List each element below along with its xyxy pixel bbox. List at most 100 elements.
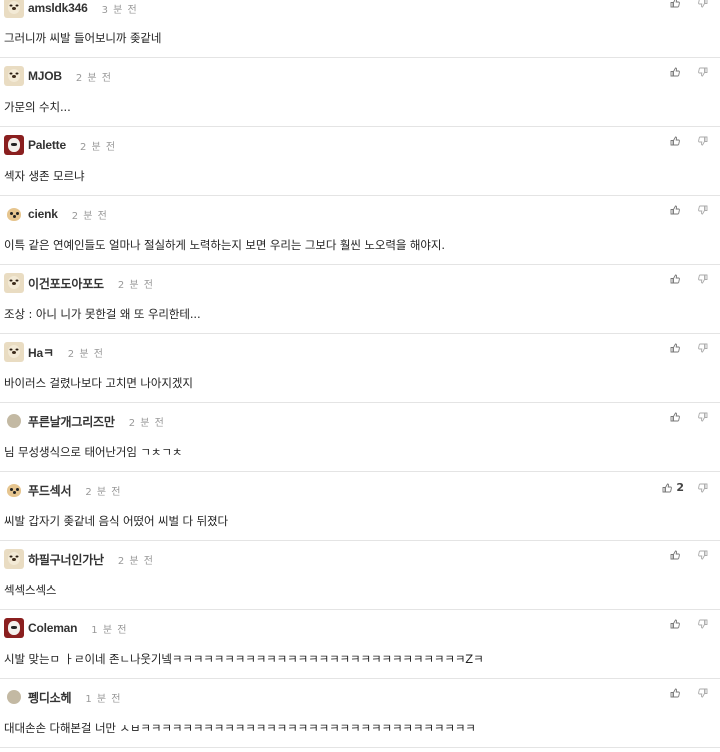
comment-meta: 이건포도아포도 2 분 전 — [4, 273, 154, 293]
vote-controls — [670, 205, 708, 215]
vote-controls — [670, 343, 708, 353]
avatar-red[interactable] — [4, 618, 24, 638]
like-button[interactable] — [670, 136, 684, 146]
username[interactable]: Coleman — [28, 621, 77, 635]
vote-controls: 2 — [662, 481, 708, 494]
vote-controls — [670, 412, 708, 422]
like-button[interactable]: 2 — [662, 481, 684, 494]
thumbs-down-icon — [698, 483, 708, 493]
avatar-dog[interactable] — [4, 342, 24, 362]
thumbs-down-icon — [698, 619, 708, 629]
like-count: 2 — [676, 481, 684, 494]
comment-meta: 펭디소헤 1 분 전 — [4, 687, 122, 707]
timestamp: 2 분 전 — [71, 210, 108, 222]
vote-controls — [670, 0, 708, 8]
comment-item: amsldk346 3 분 전 그러니까 씨발 들어보니까 좆같네 — [0, 0, 720, 58]
avatar-chi[interactable] — [4, 204, 24, 224]
thumbs-down-icon — [698, 274, 708, 284]
like-button[interactable] — [670, 67, 684, 77]
thumbs-up-icon — [670, 205, 680, 215]
comment-text: 가문의 수치... — [4, 100, 71, 114]
comment-item: Coleman 1 분 전 시발 맞는ㅁ ㅏㄹ이네 존ㄴ나웃기넼ㅋㅋㅋㅋㅋㅋㅋㅋ… — [0, 610, 720, 679]
avatar-dog[interactable] — [4, 549, 24, 569]
comment-item: 이건포도아포도 2 분 전 조상 : 아니 니가 못한걸 왜 또 우리한테... — [0, 265, 720, 334]
username[interactable]: 푸드섹서 — [28, 482, 72, 499]
thumbs-down-icon — [698, 343, 708, 353]
avatar-chi[interactable] — [4, 480, 24, 500]
like-button[interactable] — [670, 343, 684, 353]
avatar-dog[interactable] — [4, 273, 24, 293]
dislike-button[interactable] — [698, 205, 708, 215]
dislike-button[interactable] — [698, 619, 708, 629]
avatar-dog[interactable] — [4, 66, 24, 86]
like-button[interactable] — [670, 412, 684, 422]
comment-text: 바이러스 걸렸나보다 고치면 나아지겠지 — [4, 376, 193, 390]
comment-item: MJOB 2 분 전 가문의 수치... — [0, 58, 720, 127]
thumbs-up-icon — [670, 688, 680, 698]
username[interactable]: Palette — [28, 138, 66, 152]
timestamp: 1 분 전 — [85, 693, 122, 705]
avatar-dot[interactable] — [7, 690, 21, 704]
username[interactable]: 푸른날개그리즈만 — [28, 413, 115, 430]
comment-meta: Haㅋ 2 분 전 — [4, 342, 104, 362]
dislike-button[interactable] — [698, 550, 708, 560]
comment-item: 푸른날개그리즈만 2 분 전 님 무성생식으로 태어난거임 ㄱㅊㄱㅊ — [0, 403, 720, 472]
thumbs-up-icon — [670, 274, 680, 284]
like-button[interactable] — [670, 205, 684, 215]
like-button[interactable] — [670, 274, 684, 284]
dislike-button[interactable] — [698, 483, 708, 493]
thumbs-up-icon — [670, 67, 680, 77]
like-button[interactable] — [670, 619, 684, 629]
thumbs-up-icon — [670, 412, 680, 422]
comment-text: 대대손손 다해본걸 너만 ㅅㅂㅋㅋㅋㅋㅋㅋㅋㅋㅋㅋㅋㅋㅋㅋㅋㅋㅋㅋㅋㅋㅋㅋㅋㅋㅋ… — [4, 721, 476, 735]
dislike-button[interactable] — [698, 136, 708, 146]
thumbs-up-icon — [670, 550, 680, 560]
timestamp: 2 분 전 — [85, 486, 122, 498]
dislike-button[interactable] — [698, 67, 708, 77]
comment-text: 시발 맞는ㅁ ㅏㄹ이네 존ㄴ나웃기넼ㅋㅋㅋㅋㅋㅋㅋㅋㅋㅋㅋㅋㅋㅋㅋㅋㅋㅋㅋㅋㅋㅋ… — [4, 652, 484, 666]
username[interactable]: Haㅋ — [28, 344, 54, 361]
vote-controls — [670, 688, 708, 698]
comment-meta: amsldk346 3 분 전 — [4, 0, 138, 18]
dislike-button[interactable] — [698, 274, 708, 284]
dislike-button[interactable] — [698, 412, 708, 422]
dislike-button[interactable] — [698, 688, 708, 698]
timestamp: 1 분 전 — [91, 624, 128, 636]
like-button[interactable] — [670, 0, 684, 8]
thumbs-up-icon — [670, 0, 680, 8]
thumbs-down-icon — [698, 67, 708, 77]
avatar-dog[interactable] — [4, 0, 24, 18]
comment-text: 님 무성생식으로 태어난거임 ㄱㅊㄱㅊ — [4, 445, 183, 459]
comment-text: 조상 : 아니 니가 못한걸 왜 또 우리한테... — [4, 307, 201, 321]
like-button[interactable] — [670, 550, 684, 560]
timestamp: 2 분 전 — [79, 141, 117, 153]
thumbs-down-icon — [698, 688, 708, 698]
username[interactable]: 이건포도아포도 — [28, 275, 104, 292]
timestamp: 2 분 전 — [117, 555, 155, 567]
dislike-button[interactable] — [698, 343, 708, 353]
comment-text: 이특 같은 연예인들도 얼마나 절실하게 노력하는지 보면 우리는 그보다 훨씬… — [4, 238, 445, 252]
like-button[interactable] — [670, 688, 684, 698]
avatar-red[interactable] — [4, 135, 24, 155]
username[interactable]: 하필구너인가난 — [28, 551, 104, 568]
vote-controls — [670, 136, 708, 146]
vote-controls — [670, 67, 708, 77]
comment-item: 푸드섹서 2 분 전 씨발 갑자기 좆같네 음식 어떴어 씨벌 다 뒤졌다 2 — [0, 472, 720, 541]
comment-meta: 푸드섹서 2 분 전 — [4, 480, 122, 500]
thumbs-up-icon — [662, 483, 673, 493]
comment-item: 하필구너인가난 2 분 전 섹섹스섹스 — [0, 541, 720, 610]
timestamp: 2 분 전 — [117, 279, 155, 291]
username[interactable]: cienk — [28, 207, 58, 221]
thumbs-up-icon — [670, 136, 680, 146]
username[interactable]: MJOB — [28, 69, 62, 83]
comment-meta: MJOB 2 분 전 — [4, 66, 112, 86]
thumbs-up-icon — [670, 619, 680, 629]
dislike-button[interactable] — [698, 0, 708, 8]
comment-meta: 푸른날개그리즈만 2 분 전 — [4, 411, 165, 431]
timestamp: 3 분 전 — [101, 4, 138, 16]
avatar-dot[interactable] — [7, 414, 21, 428]
comment-text: 섹섹스섹스 — [4, 583, 57, 597]
username[interactable]: amsldk346 — [28, 1, 88, 15]
timestamp: 2 분 전 — [67, 348, 104, 360]
username[interactable]: 펭디소헤 — [28, 689, 72, 706]
